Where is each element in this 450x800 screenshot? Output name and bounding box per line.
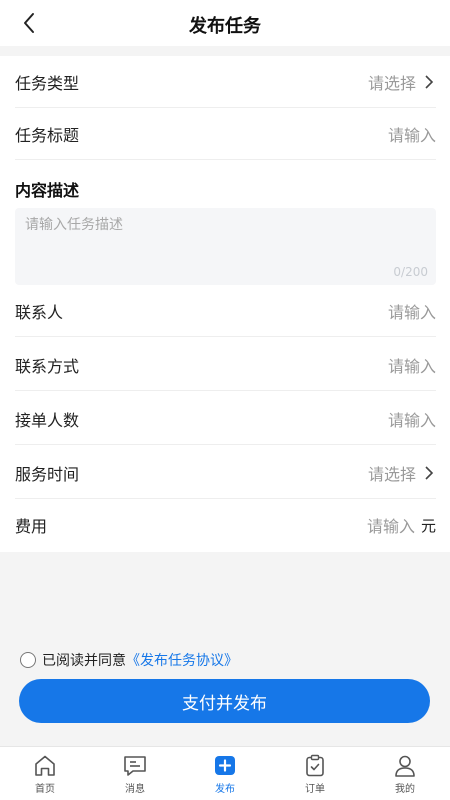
page-title: 发布任务 xyxy=(189,16,261,37)
fee-input[interactable]: 请输入 xyxy=(367,513,415,537)
contact-person-input[interactable]: 请输入 xyxy=(388,299,436,323)
task-title-row[interactable]: 任务标题 请输入 xyxy=(15,108,436,160)
description-counter: 0/200 xyxy=(393,265,428,279)
tab-home[interactable]: 首页 xyxy=(0,747,90,800)
publish-icon xyxy=(215,756,235,775)
fee-row[interactable]: 费用 请输入 元 xyxy=(15,499,436,551)
contact-method-input[interactable]: 请输入 xyxy=(388,353,436,377)
contact-person-row[interactable]: 联系人 请输入 xyxy=(15,285,436,337)
pay-and-publish-button[interactable]: 支付并发布 xyxy=(19,679,430,723)
tab-profile[interactable]: 我的 xyxy=(360,747,450,800)
contact-person-label: 联系人 xyxy=(15,303,64,322)
task-title-input[interactable]: 请输入 xyxy=(388,122,436,146)
agreement: 已阅读并同意 《发布任务协议》 xyxy=(20,650,238,670)
taker-count-input[interactable]: 请输入 xyxy=(388,407,436,431)
fee-unit: 元 xyxy=(420,516,436,535)
tab-bar: 首页 消息 发布 订单 我的 xyxy=(0,746,450,800)
description-placeholder: 请输入任务描述 xyxy=(25,217,123,233)
tab-profile-label: 我的 xyxy=(395,784,415,795)
service-time-select[interactable]: 请选择 xyxy=(368,461,436,485)
task-type-row[interactable]: 任务类型 请选择 xyxy=(15,56,436,108)
task-type-label: 任务类型 xyxy=(15,74,80,93)
tab-messages-label: 消息 xyxy=(125,784,145,795)
service-time-label: 服务时间 xyxy=(15,465,80,484)
tab-publish[interactable]: 发布 xyxy=(180,747,270,800)
tab-orders-label: 订单 xyxy=(305,784,325,795)
tab-messages[interactable]: 消息 xyxy=(90,747,180,800)
taker-count-label: 接单人数 xyxy=(15,411,80,430)
contact-method-row[interactable]: 联系方式 请输入 xyxy=(15,339,436,391)
agreement-radio[interactable] xyxy=(20,652,36,668)
agreement-text: 已阅读并同意 xyxy=(42,653,126,669)
task-type-select[interactable]: 请选择 xyxy=(368,70,436,94)
order-icon xyxy=(306,754,324,777)
message-icon xyxy=(124,756,146,776)
tab-home-label: 首页 xyxy=(35,784,55,795)
chevron-right-icon xyxy=(425,466,434,480)
agreement-link[interactable]: 《发布任务协议》 xyxy=(126,650,238,670)
task-type-value: 请选择 xyxy=(367,74,416,93)
contact-method-label: 联系方式 xyxy=(15,357,80,376)
task-title-label: 任务标题 xyxy=(15,126,80,145)
header: 发布任务 xyxy=(0,0,450,46)
task-form: 任务类型 请选择 任务标题 请输入 内容描述 请输入任务描述 0/200 联系人… xyxy=(0,56,450,552)
tab-publish-label: 发布 xyxy=(215,784,235,795)
profile-icon xyxy=(395,755,415,777)
chevron-right-icon xyxy=(425,75,434,89)
tab-orders[interactable]: 订单 xyxy=(270,747,360,800)
service-time-row[interactable]: 服务时间 请选择 xyxy=(15,447,436,499)
taker-count-row[interactable]: 接单人数 请输入 xyxy=(15,393,436,445)
description-label: 内容描述 xyxy=(15,181,80,200)
description-textarea[interactable]: 请输入任务描述 0/200 xyxy=(15,208,436,285)
fee-label: 费用 xyxy=(15,517,48,536)
fee-input-group[interactable]: 请输入 元 xyxy=(367,513,436,537)
service-time-value: 请选择 xyxy=(367,465,416,484)
home-icon xyxy=(35,755,55,776)
